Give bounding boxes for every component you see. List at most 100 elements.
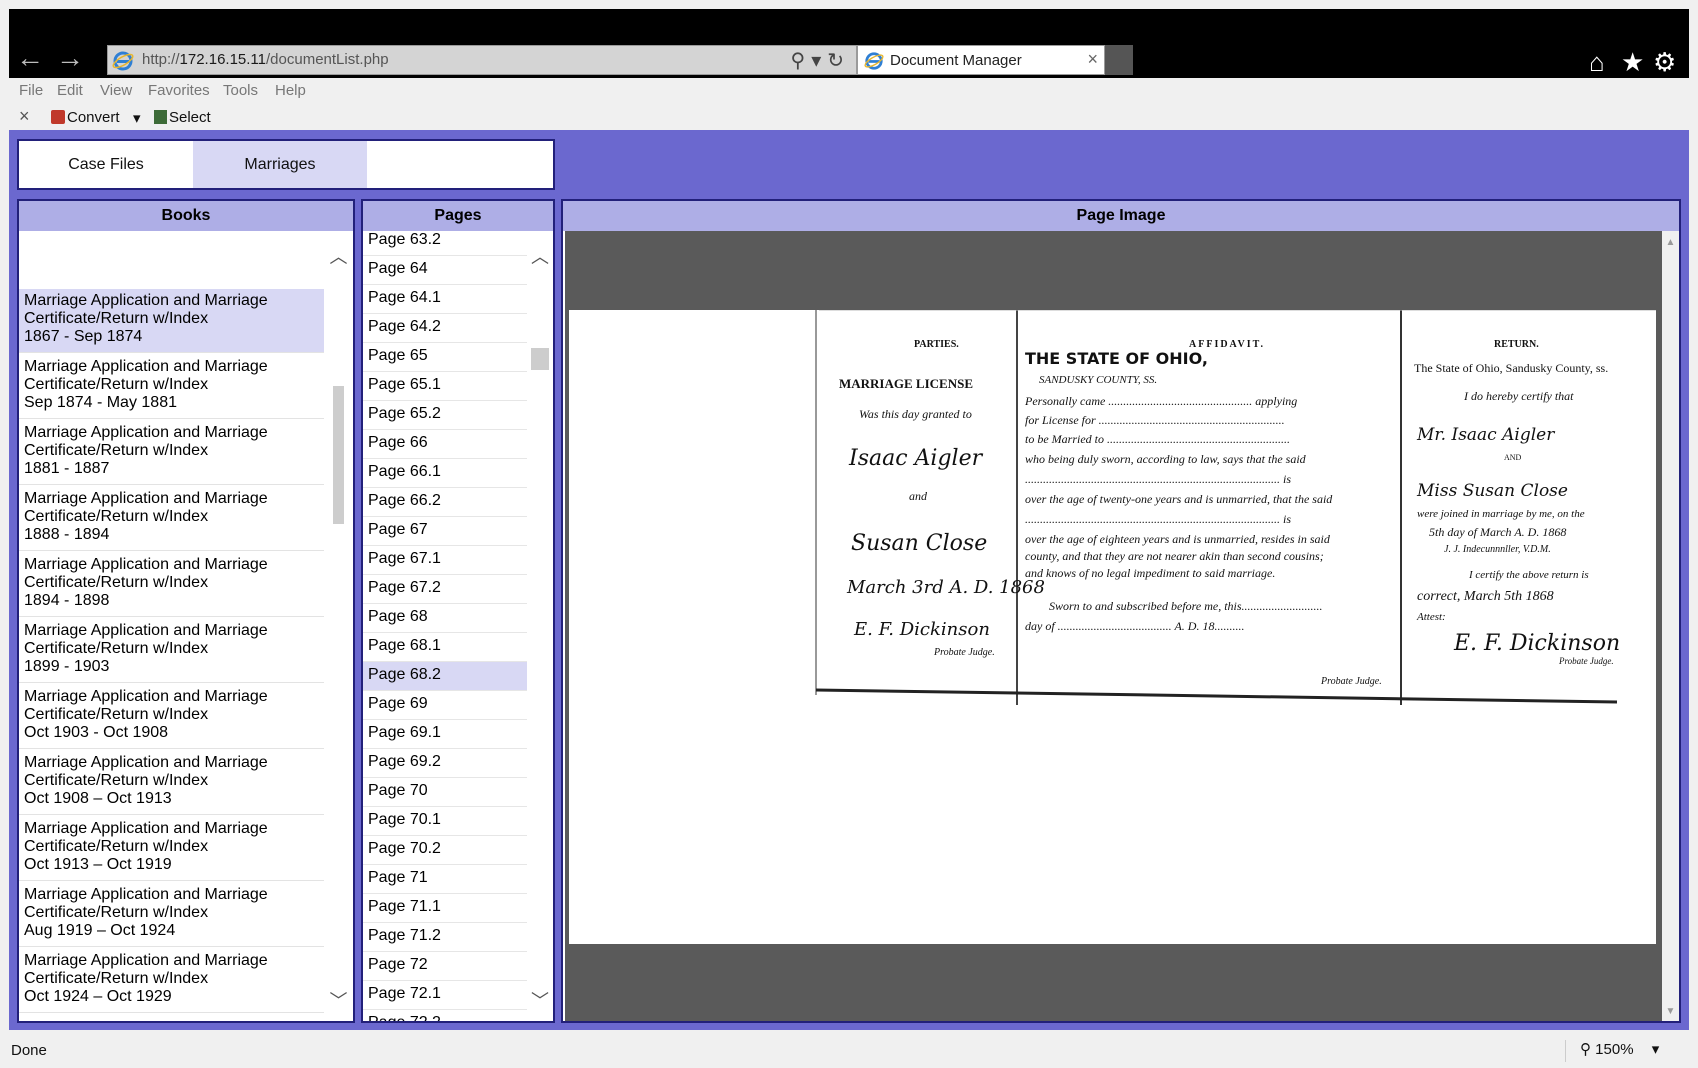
page-item[interactable]: Page 68 (363, 604, 527, 633)
page-item[interactable]: Page 71.2 (363, 923, 527, 952)
book-item-text: Certificate/Return w/Index (24, 508, 209, 525)
page-image-heading: Page Image (563, 201, 1679, 231)
book-item-text: Marriage Application and Marriage (24, 490, 268, 507)
menu-help[interactable]: Help (275, 82, 306, 99)
page-item[interactable]: Page 65 (363, 343, 527, 372)
book-item[interactable]: Marriage Application and Marriage Certifi… (19, 751, 324, 815)
image-scrollbar[interactable]: ▲ ▼ (1662, 231, 1679, 1021)
page-item[interactable]: Page 70.2 (363, 836, 527, 865)
zoom-dropdown-icon[interactable]: ▾ (1652, 1041, 1660, 1058)
scroll-up-icon[interactable]: ︿ (324, 243, 353, 269)
page-item[interactable]: Page 64.1 (363, 285, 527, 314)
book-item[interactable]: Marriage Application and Marriage Certifi… (19, 487, 324, 551)
return-bride: Miss Susan Close (1416, 481, 1568, 501)
select-button[interactable]: Select (154, 109, 211, 126)
settings-gear-icon[interactable]: ⚙ (1653, 49, 1676, 75)
image-viewer[interactable]: PARTIES. MARRIAGE LICENSE Was this day g… (565, 231, 1662, 1021)
book-item[interactable]: Marriage Application and Marriage Certifi… (19, 355, 324, 419)
pages-list: Page 63.2 Page 64 Page 64.1 Page 64.2 Page 6… (363, 231, 527, 1021)
page-item[interactable]: Page 67.1 (363, 546, 527, 575)
back-button[interactable]: ← (15, 43, 45, 73)
page-item[interactable]: Page 65.2 (363, 401, 527, 430)
zoom-icon: ⚲ (1580, 1041, 1591, 1058)
book-item-text: Marriage Application and Marriage (24, 292, 268, 309)
forward-arrow-icon: → (56, 42, 84, 73)
menu-view[interactable]: View (100, 82, 132, 99)
book-item[interactable]: Marriage Application and Marriage Certifi… (19, 289, 324, 353)
book-item[interactable]: Marriage Application and Marriage Certifi… (19, 619, 324, 683)
menu-tools[interactable]: Tools (223, 82, 258, 99)
menu-favorites[interactable]: Favorites (148, 82, 210, 99)
book-item[interactable]: Marriage Application and Marriage Certifi… (19, 949, 324, 1013)
menu-edit[interactable]: Edit (57, 82, 83, 99)
convert-dropdown-icon[interactable]: ▾ (133, 109, 141, 127)
url-host: 172.16.15.11 (179, 51, 267, 68)
tab-marriages[interactable]: Marriages (193, 141, 367, 188)
menu-file[interactable]: File (19, 82, 43, 99)
browser-tab-document-manager[interactable]: Document Manager × (857, 45, 1105, 75)
page-item[interactable]: Page 67 (363, 517, 527, 546)
affidavit-line-9: county, and that they are not nearer aki… (1025, 549, 1324, 563)
forward-button[interactable]: → (55, 43, 85, 73)
scroll-up-icon[interactable]: ▲ (1662, 237, 1679, 248)
book-item[interactable]: Marriage Application and Marriage Certifi… (19, 817, 324, 881)
page-item[interactable]: Page 63.2 (363, 231, 527, 256)
page-item[interactable]: Page 70 (363, 778, 527, 807)
book-item-text: Oct 1913 – Oct 1919 (24, 856, 172, 873)
scroll-down-icon[interactable]: ▼ (1662, 1006, 1679, 1017)
page-item[interactable]: Page 69 (363, 691, 527, 720)
book-item[interactable]: Marriage Application and Marriage Certifi… (19, 421, 324, 485)
address-url[interactable]: http://172.16.15.11/documentList.php (142, 51, 389, 68)
page-item[interactable]: Page 66.1 (363, 459, 527, 488)
page-item[interactable]: Page 69.1 (363, 720, 527, 749)
book-item[interactable]: Marriage Application and Marriage Certifi… (19, 883, 324, 947)
convert-button[interactable]: Convert (51, 109, 120, 126)
page-item[interactable]: Page 71 (363, 865, 527, 894)
ie-logo-icon (112, 51, 134, 71)
books-scrollbar[interactable]: ︿ ﹀ (324, 231, 353, 1021)
address-tools-icons[interactable]: ⚲▾↻ (791, 48, 850, 73)
scroll-down-icon[interactable]: ﹀ (527, 987, 553, 1013)
return-officiant: J. J. Indecunnnller, V.D.M. (1444, 544, 1551, 555)
pages-scroll-thumb[interactable] (531, 348, 549, 370)
affidavit-line-4: who being duly sworn, according to law, … (1025, 452, 1307, 466)
pages-scrollbar[interactable]: ︿ ﹀ (527, 231, 553, 1021)
book-item[interactable]: Marriage Application and Marriage Certifi… (19, 685, 324, 749)
affidavit-line-2: for License for ........................… (1025, 413, 1285, 427)
book-item-text: Certificate/Return w/Index (24, 442, 209, 459)
return-day: 5th day of March A. D. 1868 (1429, 525, 1566, 539)
page-item[interactable]: Page 71.1 (363, 894, 527, 923)
and-label: and (909, 489, 928, 503)
page-item[interactable]: Page 68.2 (363, 662, 527, 691)
page-item[interactable]: Page 72.2 (363, 1010, 527, 1021)
page-item[interactable]: Page 65.1 (363, 372, 527, 401)
page-item[interactable]: Page 72.1 (363, 981, 527, 1010)
page-item[interactable]: Page 67.2 (363, 575, 527, 604)
page-item[interactable]: Page 68.1 (363, 633, 527, 662)
pages-panel: Pages Page 63.2 Page 64 Page 64.1 Page 64.2… (361, 199, 555, 1023)
page-item[interactable]: Page 72 (363, 952, 527, 981)
page-item[interactable]: Page 66.2 (363, 488, 527, 517)
scroll-down-icon[interactable]: ﹀ (324, 987, 353, 1013)
tab-close-icon[interactable]: × (1087, 49, 1098, 70)
book-item-text: Sep 1874 - May 1881 (24, 394, 177, 411)
book-item-text: Marriage Application and Marriage (24, 886, 268, 903)
tab-case-files[interactable]: Case Files (19, 141, 193, 188)
page-item[interactable]: Page 70.1 (363, 807, 527, 836)
book-item[interactable]: Marriage Application and Marriage Certifi… (19, 553, 324, 617)
zoom-control[interactable]: ⚲ 150% ▾ (1565, 1040, 1675, 1062)
page-item[interactable]: Page 64 (363, 256, 527, 285)
new-tab-button[interactable] (1105, 45, 1133, 75)
books-scroll-thumb[interactable] (333, 386, 344, 524)
home-icon[interactable]: ⌂ (1589, 49, 1605, 75)
favorites-star-icon[interactable]: ★ (1621, 49, 1644, 75)
page-item[interactable]: Page 69.2 (363, 749, 527, 778)
scroll-up-icon[interactable]: ︿ (527, 243, 553, 269)
books-heading: Books (19, 201, 353, 231)
page-image-panel: Page Image PARTIES. MARRIAGE LICENSE Was… (561, 199, 1681, 1023)
page-item[interactable]: Page 66 (363, 430, 527, 459)
close-command-icon[interactable]: × (19, 106, 30, 127)
address-bar[interactable]: http://172.16.15.11/documentList.php ⚲▾↻ (107, 45, 857, 75)
page-item[interactable]: Page 64.2 (363, 314, 527, 343)
state-heading: THE STATE OF OHIO, (1025, 349, 1208, 368)
